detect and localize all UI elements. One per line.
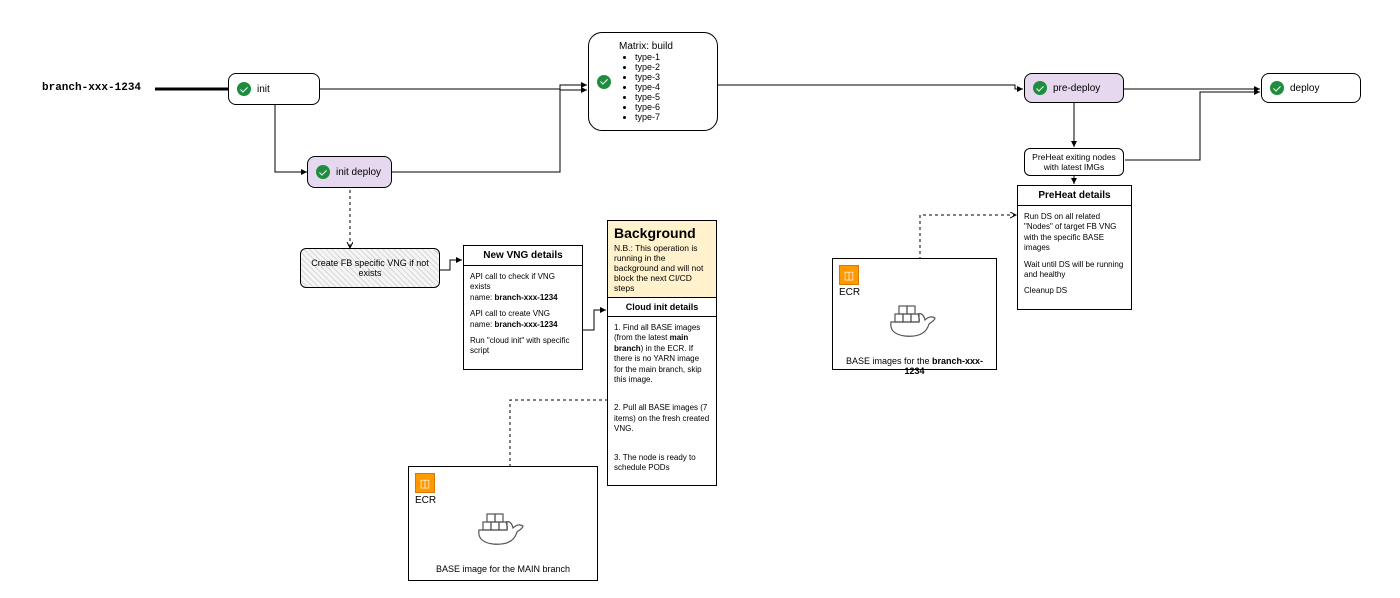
matrix-list: type-1 type-2 type-3 type-4 type-5 type-… <box>619 52 673 122</box>
node-init-deploy: init deploy <box>307 156 392 188</box>
node-deploy: deploy <box>1261 73 1361 103</box>
box-new-vng-details: New VNG details API call to check if VNG… <box>463 245 583 370</box>
ecr2-caption: BASE images for the branch-xxx-1234 <box>839 356 990 376</box>
ecr-icon: ◫ <box>415 473 435 493</box>
status-success-icon <box>316 165 330 179</box>
branch-label: branch-xxx-1234 <box>42 82 141 94</box>
node-deploy-label: deploy <box>1290 83 1319 94</box>
ecr-label: ECR <box>415 495 591 506</box>
node-init-deploy-label: init deploy <box>336 167 381 178</box>
new-vng-header: New VNG details <box>464 246 582 266</box>
box-background-cloudinit: Background N.B.: This operation is runni… <box>607 220 717 486</box>
node-create-vng: Create FB specific VNG if not exists <box>300 248 440 288</box>
node-matrix-build: Matrix: build type-1 type-2 type-3 type-… <box>588 32 718 131</box>
status-success-icon <box>237 82 251 96</box>
preheat-details-header: PreHeat details <box>1018 186 1131 206</box>
status-success-icon <box>597 75 611 89</box>
background-nb: N.B.: This operation is running in the b… <box>614 243 710 293</box>
box-ecr-main: ◫ ECR BASE image for the MAIN branch <box>408 466 598 581</box>
node-init: init <box>228 73 320 105</box>
status-success-icon <box>1033 81 1047 95</box>
docker-icon <box>885 300 945 350</box>
node-predeploy-label: pre-deploy <box>1053 83 1100 94</box>
node-preheat-label: PreHeat exiting nodes with latest IMGs <box>1032 152 1116 172</box>
ecr1-caption: BASE image for the MAIN branch <box>415 564 591 574</box>
docker-icon <box>473 508 533 558</box>
status-success-icon <box>1270 81 1284 95</box>
ecr-label: ECR <box>839 287 990 298</box>
cloud-init-header: Cloud init details <box>608 298 716 317</box>
matrix-title: Matrix: build <box>619 41 673 52</box>
node-create-vng-label: Create FB specific VNG if not exists <box>309 258 431 278</box>
node-preheat: PreHeat exiting nodes with latest IMGs <box>1024 148 1124 176</box>
node-init-label: init <box>257 84 270 95</box>
box-ecr-branch: ◫ ECR BASE images for the branch-xxx-123… <box>832 258 997 370</box>
ecr-icon: ◫ <box>839 265 859 285</box>
node-predeploy: pre-deploy <box>1024 73 1124 103</box>
box-preheat-details: PreHeat details Run DS on all related "N… <box>1017 185 1132 310</box>
background-title: Background <box>614 225 710 241</box>
